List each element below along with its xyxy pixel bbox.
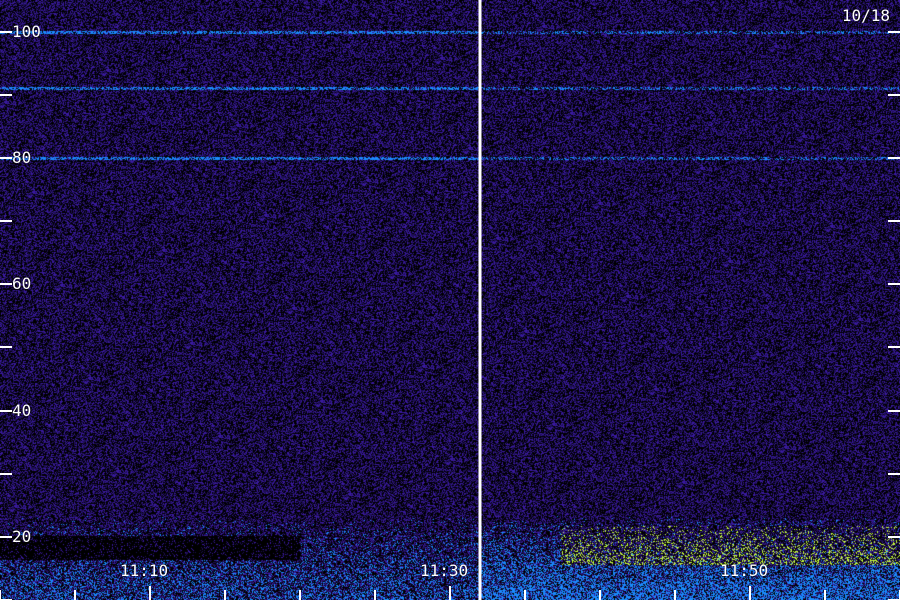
y-tick-label-100: 100 [12, 21, 41, 41]
y-tick-label-60: 60 [12, 274, 32, 294]
date-label: 10/18 [841, 6, 890, 25]
x-tick-label-1110: 11:10 [120, 561, 169, 580]
tick-overlay [0, 0, 900, 600]
y-tick-label-80: 80 [12, 147, 32, 167]
x-tick-label-1130: 11:30 [420, 561, 469, 580]
spectrogram-chart: 100 80 60 40 20 11:10 11:30 11:50 10/18 [0, 0, 900, 600]
x-tick-label-1150: 11:50 [720, 561, 769, 580]
y-tick-label-40: 40 [12, 400, 32, 420]
y-tick-label-20: 20 [12, 526, 32, 546]
